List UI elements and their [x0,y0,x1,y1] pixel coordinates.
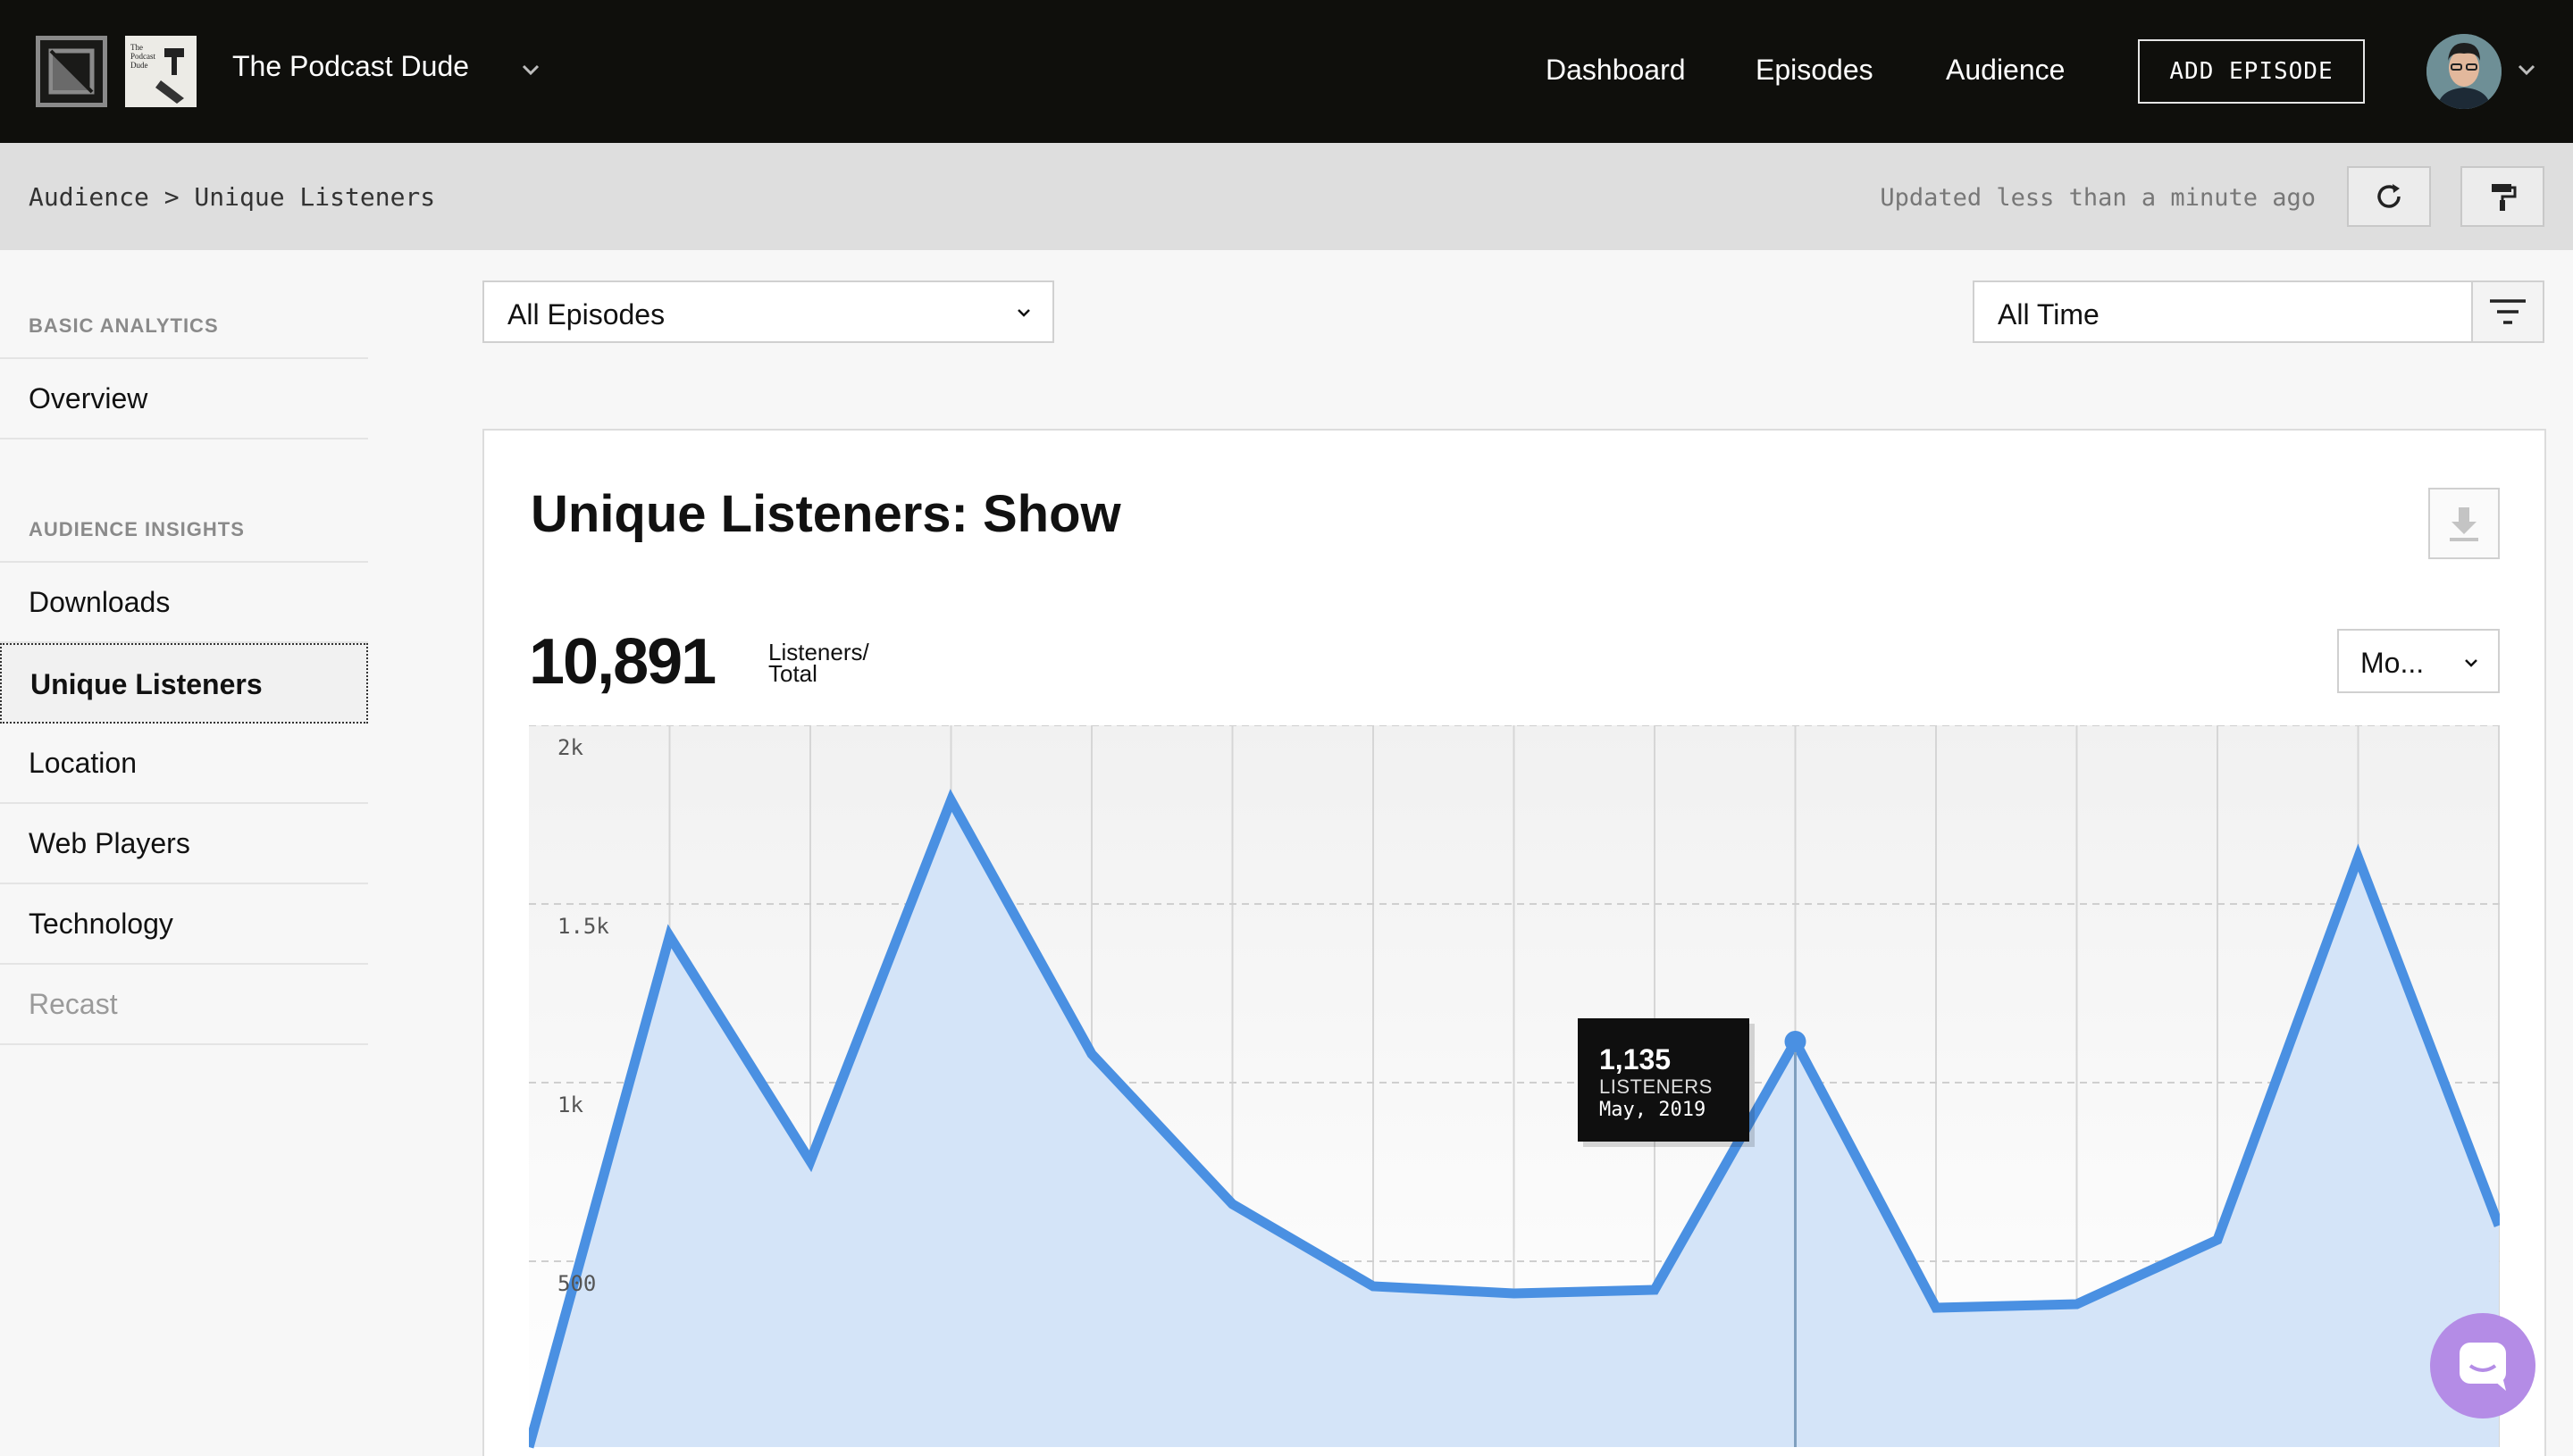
period-select[interactable]: Mo... [2337,629,2500,693]
add-episode-button[interactable]: ADD EPISODE [2138,39,2365,104]
logo-icon [48,48,95,95]
tooltip-unit: LISTENERS [1599,1075,1713,1098]
sidebar-item-downloads[interactable]: Downloads [0,563,368,643]
download-button[interactable] [2428,488,2500,559]
total-unit-line2: Total [768,660,817,687]
sidebar-item-label: Recast [29,988,118,1020]
chevron-down-icon[interactable] [516,55,545,84]
highlighted-point[interactable] [1784,1031,1806,1052]
total-listeners-unit: Listeners/ Total [768,640,869,687]
period-select-value: Mo... [2360,647,2425,679]
chat-launcher-button[interactable] [2430,1313,2535,1418]
sidebar-item-technology[interactable]: Technology [0,884,368,965]
chart-card: Unique Listeners: Show 10,891 Listeners/… [482,429,2546,1456]
app-logo[interactable] [36,36,107,107]
chat-icon [2460,1343,2506,1391]
avatar[interactable] [2426,34,2502,109]
sidebar-item-label: Location [29,747,137,779]
sidebar-item-label: Technology [29,908,173,940]
chart-title: Unique Listeners: Show [531,485,1121,543]
sidebar-item-recast[interactable]: Recast [0,965,368,1045]
sidebar-item-location[interactable]: Location [0,724,368,804]
refresh-icon [2377,184,2401,208]
sidebar: BASIC ANALYTICS Overview AUDIENCE INSIGH… [0,250,368,1456]
tooltip-value: 1,135 [1599,1043,1672,1075]
customize-button[interactable] [2460,166,2544,227]
unique-listeners-chart[interactable]: 2k 1.5k 1k 500 [529,725,2500,1449]
sidebar-item-label: Downloads [29,586,171,618]
y-axis-tick-label: 2k [557,735,583,760]
sidebar-item-label: Overview [29,382,148,414]
nav-dashboard[interactable]: Dashboard [1546,54,1686,87]
sub-header: Audience > Unique Listeners Updated less… [0,143,2573,250]
y-axis-tick-label: 1k [557,1092,583,1117]
sidebar-item-unique-listeners[interactable]: Unique Listeners [0,643,368,724]
show-artwork[interactable]: The Podcast Dude [125,36,197,107]
sidebar-heading-insights: AUDIENCE INSIGHTS [29,518,245,540]
chart-tooltip: 1,135 LISTENERS May, 2019 [1578,1018,1749,1142]
download-icon [2450,507,2478,541]
svg-text:Podcast: Podcast [130,52,155,61]
svg-text:The: The [130,43,143,52]
time-range-value: All Time [1998,298,2099,331]
total-listeners-value: 10,891 [529,626,717,698]
top-bar: The Podcast Dude The Podcast Dude Dashbo… [0,0,2573,143]
sidebar-item-label: Unique Listeners [30,668,263,700]
episodes-select-value: All Episodes [507,298,666,331]
paint-roller-icon [2492,184,2517,211]
show-artwork-image: The Podcast Dude [125,36,197,107]
chevron-down-icon [1018,309,1030,317]
y-axis-tick-label: 500 [557,1271,596,1296]
nav-episodes[interactable]: Episodes [1756,54,1873,87]
episodes-select[interactable]: All Episodes [482,280,1054,343]
y-axis-tick-label: 1.5k [557,914,609,939]
tooltip-date: May, 2019 [1599,1099,1706,1121]
chevron-down-icon [2465,659,2477,667]
sidebar-heading-basic: BASIC ANALYTICS [29,314,219,337]
user-photo [2426,34,2502,109]
breadcrumb: Audience > Unique Listeners [29,182,436,212]
show-name[interactable]: The Podcast Dude [232,50,469,83]
sidebar-item-overview[interactable]: Overview [0,359,368,439]
updated-status: Updated less than a minute ago [1880,184,2316,212]
refresh-button[interactable] [2347,166,2431,227]
filter-button[interactable] [2471,280,2544,343]
svg-text:Dude: Dude [130,61,148,70]
filter-icon [2490,299,2526,324]
nav-audience[interactable]: Audience [1946,54,2065,87]
time-range-select[interactable]: All Time [1973,280,2473,343]
chevron-down-icon[interactable] [2512,55,2541,84]
sidebar-item-web-players[interactable]: Web Players [0,804,368,884]
sidebar-item-label: Web Players [29,827,190,859]
